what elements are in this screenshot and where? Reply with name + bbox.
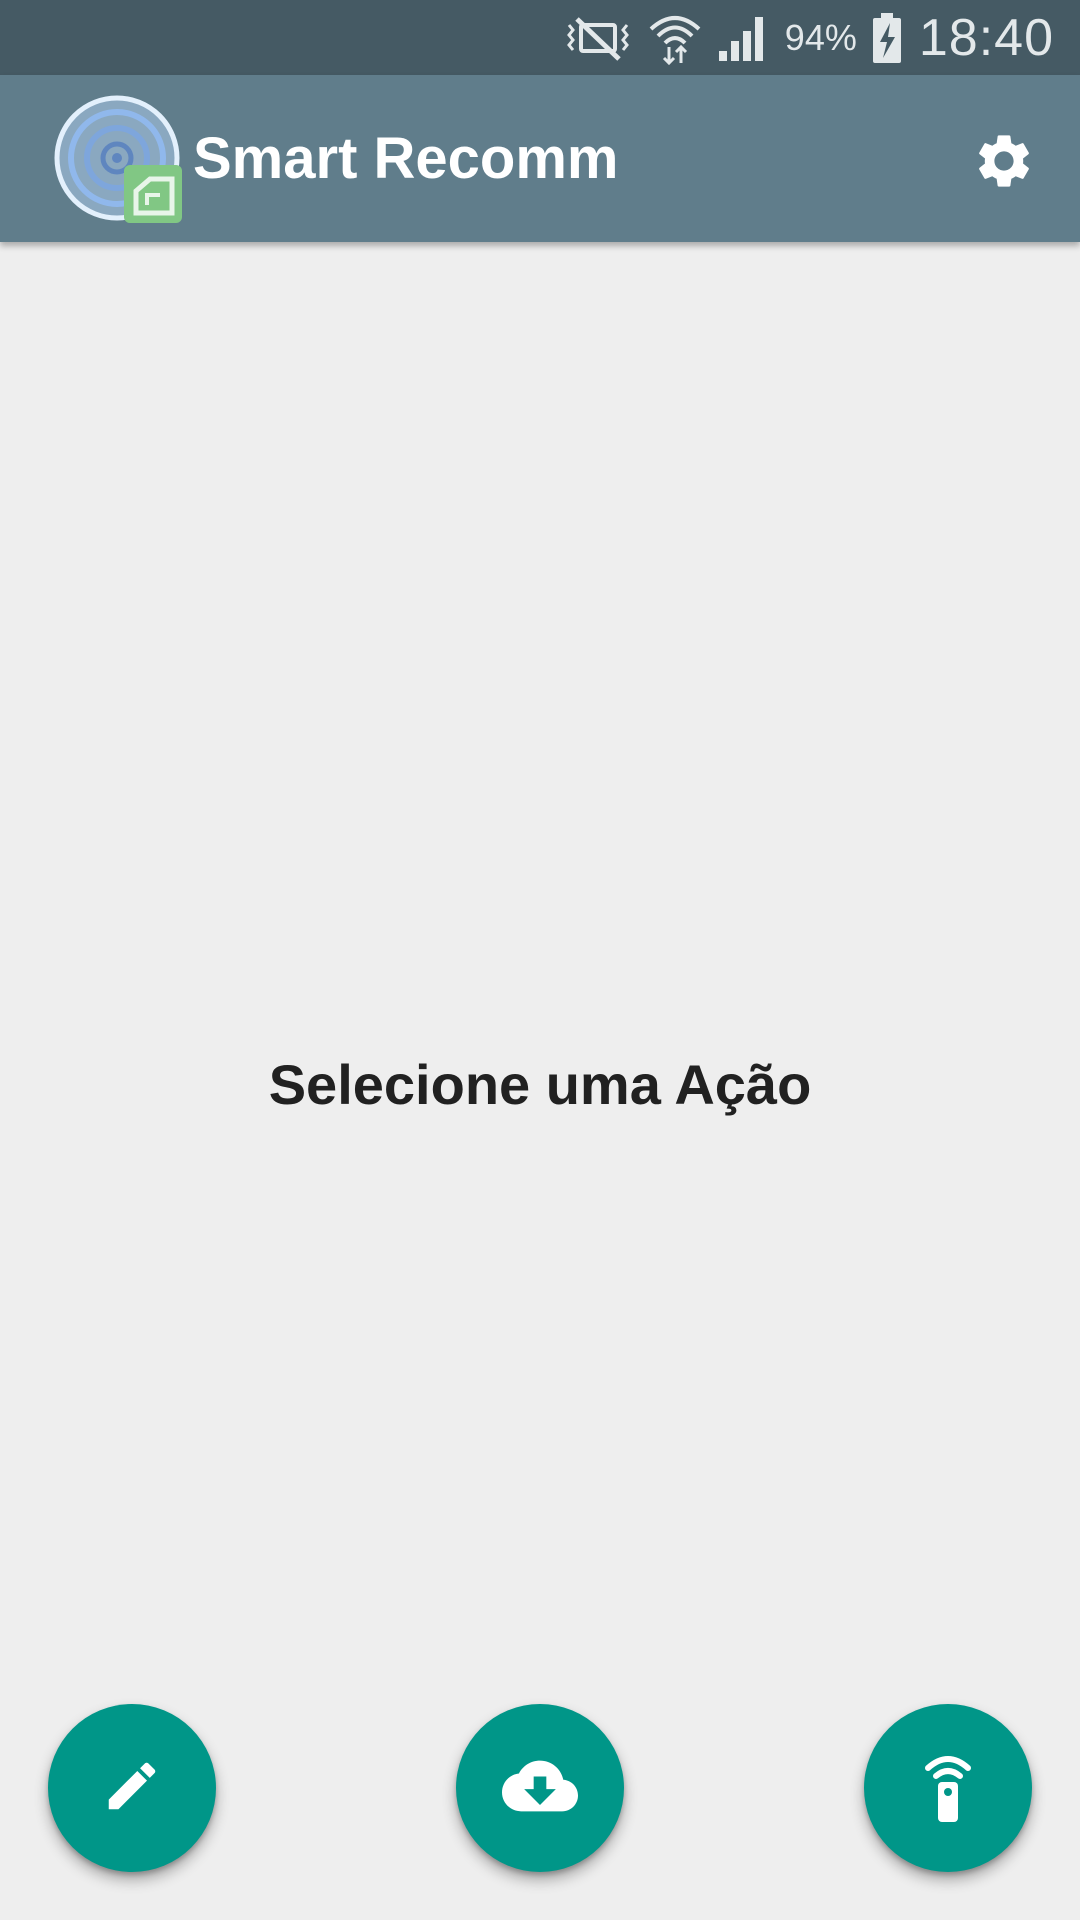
battery-percent: 94% xyxy=(784,16,857,58)
app-bar: Smart Recomm xyxy=(0,75,1080,242)
app-title: Smart Recomm xyxy=(193,126,619,191)
cloud-download-icon xyxy=(502,1748,578,1829)
battery-charging-icon xyxy=(871,12,903,64)
app-logo-icon xyxy=(54,95,184,225)
download-fab-button[interactable] xyxy=(456,1704,624,1872)
main-content: Selecione uma Ação xyxy=(0,242,1080,1920)
empty-state-message: Selecione uma Ação xyxy=(268,1053,812,1116)
edit-fab-button[interactable] xyxy=(48,1704,216,1872)
gear-icon xyxy=(972,129,1036,198)
status-bar: 94% 18:40 xyxy=(0,0,1080,75)
cell-signal-icon xyxy=(717,13,771,63)
settings-button[interactable] xyxy=(968,127,1040,199)
remote-control-icon xyxy=(918,1748,978,1829)
pencil-icon xyxy=(101,1755,163,1822)
vibrate-off-icon xyxy=(563,13,633,63)
remote-fab-button[interactable] xyxy=(864,1704,1032,1872)
clock: 18:40 xyxy=(918,8,1054,67)
wifi-icon xyxy=(647,11,703,65)
